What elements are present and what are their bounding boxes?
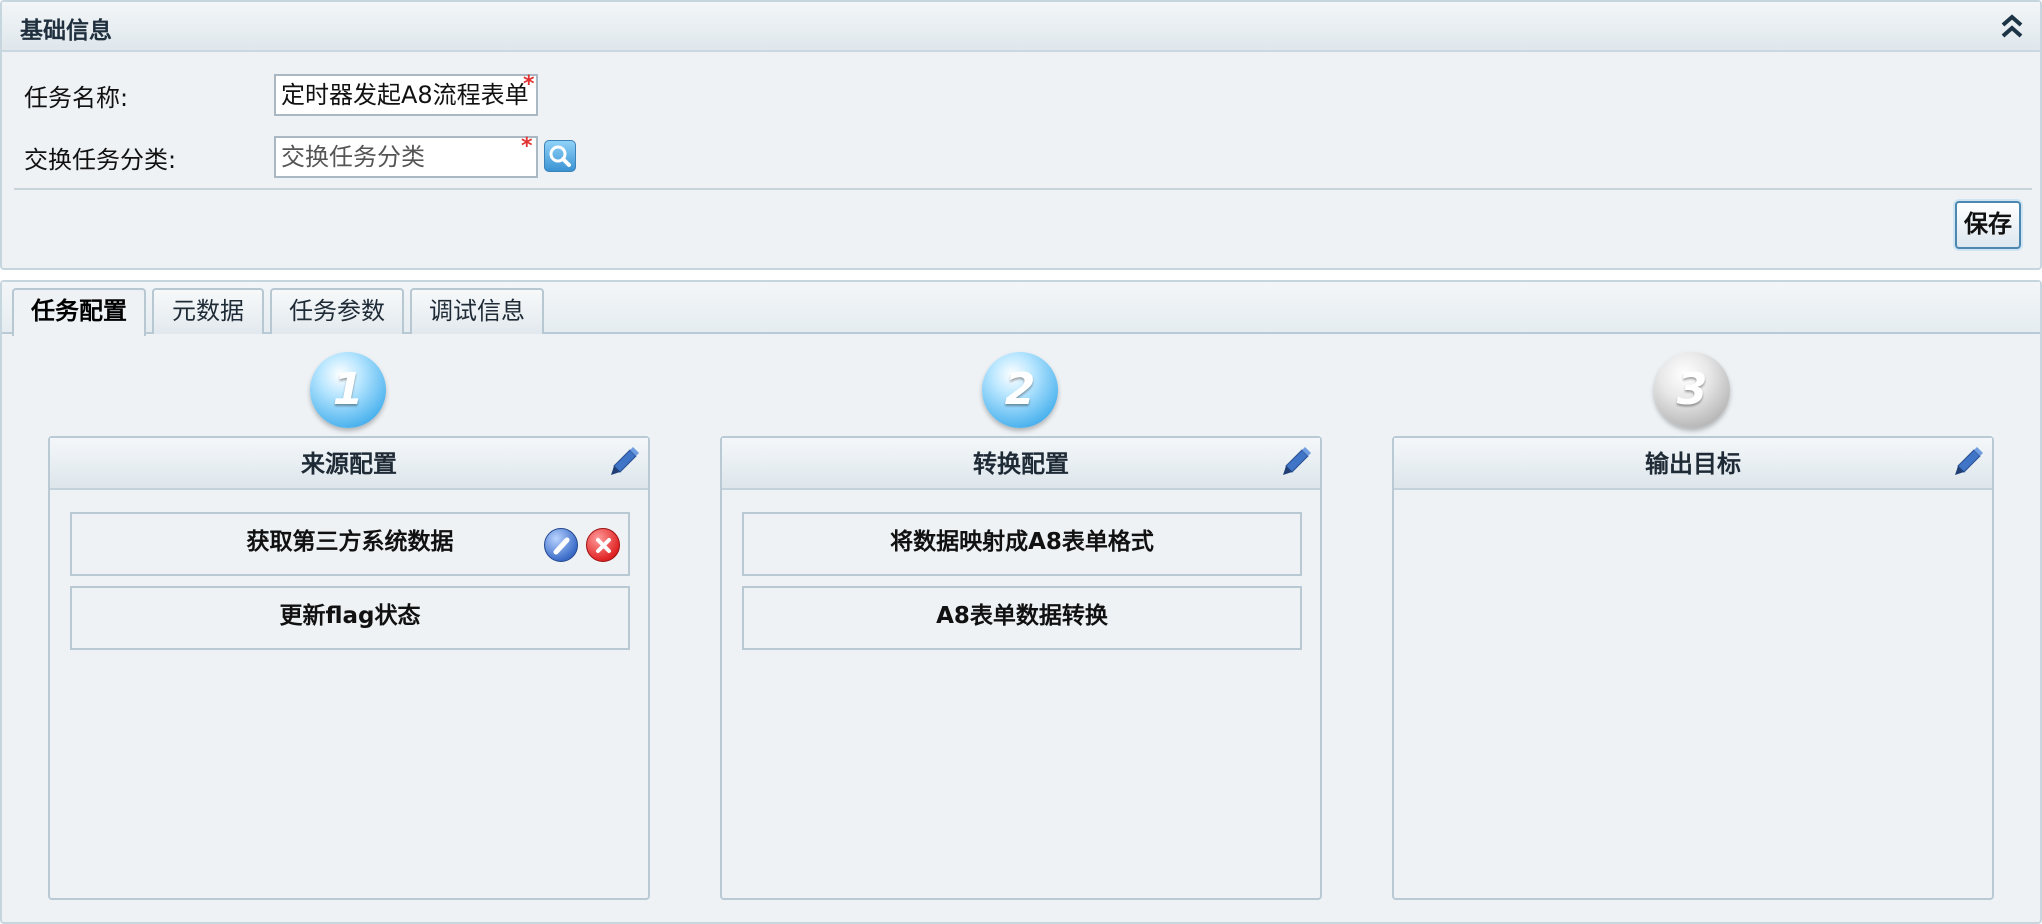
- column-header: 来源配置: [50, 438, 648, 490]
- tab-task-params[interactable]: 任务参数: [270, 288, 404, 334]
- required-mark: *: [523, 72, 535, 97]
- step-item-title: 将数据映射成A8表单格式: [890, 529, 1154, 555]
- pencil-icon[interactable]: [1950, 442, 1986, 478]
- pencil-icon[interactable]: [606, 442, 642, 478]
- tab-metadata[interactable]: 元数据: [152, 288, 264, 334]
- delete-circle-icon[interactable]: [586, 528, 620, 562]
- task-name-input[interactable]: 定时器发起A8流程表单: [274, 74, 538, 116]
- pencil-icon[interactable]: [1278, 442, 1314, 478]
- column-title: 输出目标: [1645, 450, 1741, 478]
- tab-task-config[interactable]: 任务配置: [12, 288, 146, 336]
- transform-config-column: 转换配置 将数据映射成A8表单格式 A8表单数据转换: [720, 436, 1322, 900]
- pencil-icon: [553, 537, 570, 555]
- column-header: 转换配置: [722, 438, 1320, 490]
- tab-bar: 任务配置 元数据 任务参数 调试信息: [2, 282, 2040, 336]
- task-name-label: 任务名称:: [24, 84, 129, 112]
- magnifier-icon: [549, 145, 571, 167]
- basic-info-title: 基础信息: [20, 18, 112, 44]
- source-item[interactable]: 获取第三方系统数据: [70, 512, 630, 576]
- source-item[interactable]: 更新flag状态: [70, 586, 630, 650]
- form-divider: [14, 188, 2032, 190]
- double-chevron-up-icon[interactable]: [1998, 12, 2026, 40]
- transform-item[interactable]: A8表单数据转换: [742, 586, 1302, 650]
- required-mark: *: [521, 134, 533, 159]
- column-header: 输出目标: [1394, 438, 1992, 490]
- edit-circle-icon[interactable]: [544, 528, 578, 562]
- task-tab-panel: 任务配置 元数据 任务参数 调试信息 1 2 3 来源配置 获取第三方系统数据: [0, 280, 2042, 924]
- step-number: 3: [1676, 364, 1708, 415]
- step-badge-2: 2: [982, 352, 1058, 428]
- source-config-column: 来源配置 获取第三方系统数据 更新flag状态: [48, 436, 650, 900]
- category-label: 交换任务分类:: [24, 146, 177, 174]
- column-title: 来源配置: [301, 450, 397, 478]
- step-item-title: A8表单数据转换: [936, 603, 1108, 629]
- basic-info-header[interactable]: 基础信息: [2, 2, 2040, 52]
- step-badge-3: 3: [1654, 352, 1730, 428]
- transform-item[interactable]: 将数据映射成A8表单格式: [742, 512, 1302, 576]
- category-input[interactable]: 交换任务分类: [274, 136, 538, 178]
- category-search-button[interactable]: [544, 140, 576, 172]
- close-icon: [596, 538, 611, 553]
- basic-info-panel: 基础信息 任务名称: 定时器发起A8流程表单 * 交换任务分类: 交换任务分类 …: [0, 0, 2042, 270]
- column-title: 转换配置: [973, 450, 1069, 478]
- step-number: 2: [1004, 364, 1036, 415]
- step-badge-1: 1: [310, 352, 386, 428]
- step-item-title: 更新flag状态: [279, 603, 421, 629]
- step-number: 1: [332, 364, 364, 415]
- save-button[interactable]: 保存: [1955, 201, 2021, 249]
- output-target-column: 输出目标: [1392, 436, 1994, 900]
- tab-debug-info[interactable]: 调试信息: [410, 288, 544, 334]
